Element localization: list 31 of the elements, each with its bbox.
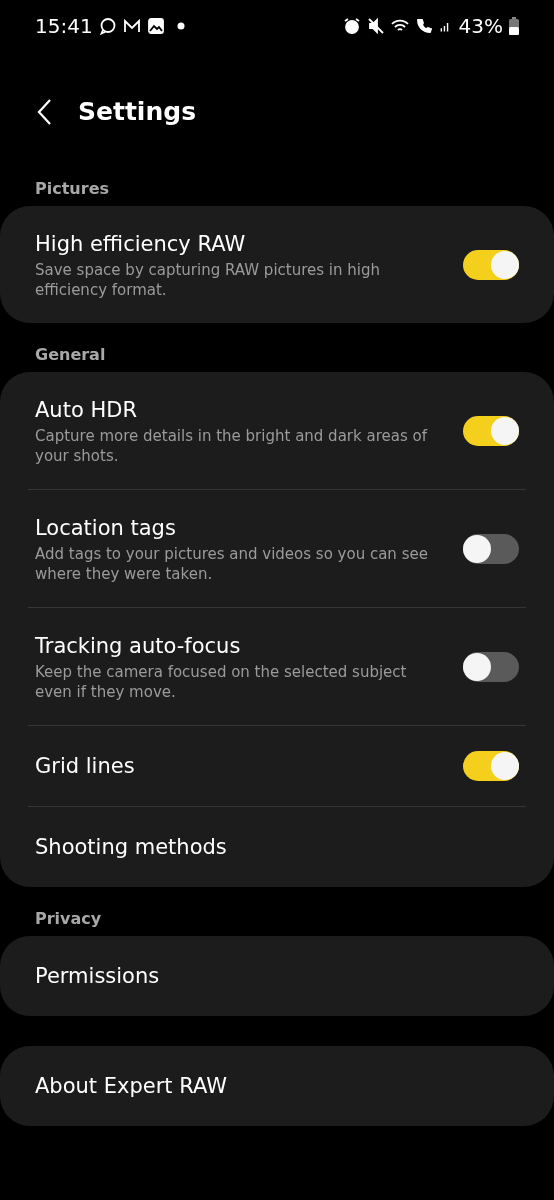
battery-icon	[509, 17, 519, 35]
setting-title[interactable]: High efficiency RAW	[35, 229, 447, 258]
toggle-switch[interactable]	[463, 651, 519, 682]
mute-icon	[366, 17, 385, 35]
section-label: Privacy	[35, 907, 102, 930]
toggle-switch[interactable]	[463, 249, 519, 280]
notification-dot-icon	[176, 22, 185, 30]
section-label: Pictures	[35, 177, 109, 200]
setting-description: Add tags to your pictures and videos so you can see where they were taken.	[35, 543, 429, 584]
battery-percentage: 43%	[458, 13, 503, 40]
setting-title[interactable]: Shooting methods	[35, 833, 227, 861]
setting-description: Save space by capturing RAW pictures in high efficiency format.	[35, 259, 381, 300]
toggle-switch[interactable]	[463, 415, 519, 446]
setting-title[interactable]: Auto HDR	[35, 395, 447, 424]
toggle-switch[interactable]	[463, 533, 519, 564]
setting-description: Capture more details in the bright and dark areas of your shots.	[35, 425, 429, 466]
alarm-icon	[342, 17, 361, 35]
section-label: General	[35, 343, 106, 366]
clock-time: 15:41	[35, 13, 93, 40]
setting-title[interactable]: Tracking auto-focus	[35, 631, 447, 660]
chat-bubble-icon	[98, 17, 117, 35]
mail-icon	[122, 17, 141, 35]
setting-description: Keep the camera focused on the selected subject even if they move.	[35, 661, 408, 702]
toggle-switch[interactable]	[463, 751, 519, 781]
setting-title[interactable]: Permissions	[35, 962, 160, 990]
setting-title[interactable]: About Expert RAW	[35, 1072, 227, 1100]
page-title: Settings	[78, 95, 196, 128]
setting-title[interactable]: Grid lines	[35, 752, 135, 780]
setting-title[interactable]: Location tags	[35, 513, 447, 542]
image-icon	[146, 17, 165, 35]
back-icon[interactable]	[36, 97, 52, 126]
